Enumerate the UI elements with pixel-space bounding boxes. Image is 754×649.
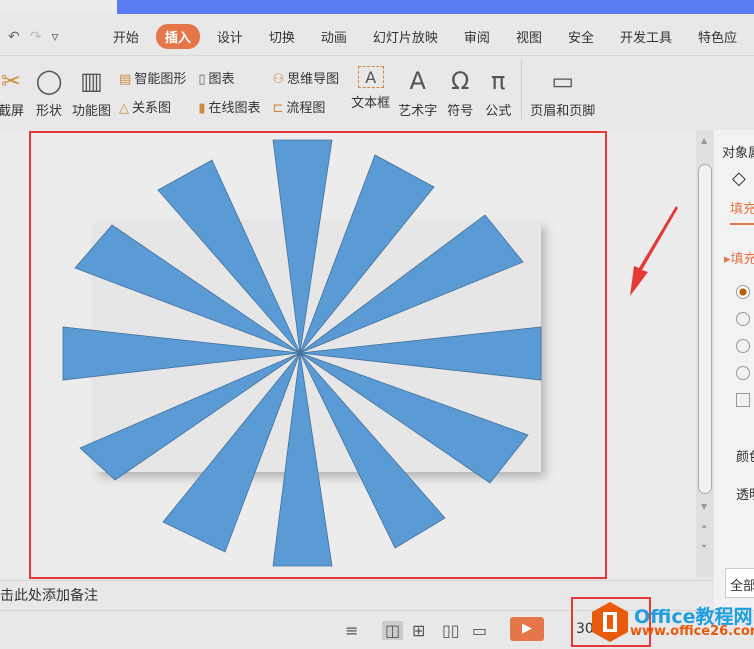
tab-security[interactable]: 安全	[559, 24, 603, 49]
tab-features[interactable]: 特色应	[689, 24, 746, 49]
wordart-button[interactable]: A 艺术字	[398, 60, 437, 119]
notes-toggle-icon[interactable]: ≡	[345, 621, 358, 640]
radio-picture-fill[interactable]	[736, 366, 750, 380]
online-chart-button[interactable]: ▮ 在线图表	[198, 97, 260, 116]
tab-developer[interactable]: 开发工具	[611, 24, 681, 49]
header-footer-icon: ▭	[551, 67, 575, 95]
apply-all-button[interactable]: 全部	[725, 568, 754, 598]
smart-art-button[interactable]: ▤ 智能图形	[119, 68, 186, 87]
textbox-icon: A	[357, 66, 384, 88]
office-logo	[592, 602, 628, 642]
relation-icon: △	[119, 101, 130, 116]
flowchart-button[interactable]: ⊏ 流程图	[273, 97, 340, 116]
normal-view-icon[interactable]: ◫	[382, 621, 404, 640]
scroll-down-icon[interactable]: ▼	[701, 502, 707, 511]
tab-home[interactable]: 开始	[104, 24, 148, 49]
red-arrow-annotation	[630, 206, 678, 296]
header-footer-button[interactable]: ▭ 页眉和页脚	[521, 60, 595, 119]
smart-art-icon: ▤	[119, 72, 132, 87]
mind-map-icon: ⚇	[272, 72, 285, 87]
slide-sorter-icon[interactable]: ⊞	[412, 621, 425, 640]
ribbon: ✂ 截屏 ◯ 形状 ▥ 功能图 ▤ 智能图形 △ 关系图 ▯ 图表 ▮ 在线图表 ⚇ 思维导图 …	[0, 60, 754, 130]
title-bar-blue	[117, 0, 754, 14]
panel-title: 对象属	[722, 146, 754, 161]
shape-button[interactable]: ◯ 形状	[34, 60, 64, 119]
chart-button[interactable]: ▯ 图表	[198, 68, 260, 87]
transparency-label: 透明	[736, 488, 754, 503]
symbol-button[interactable]: Ω 符号	[445, 60, 475, 119]
color-label: 颜色	[736, 450, 754, 465]
undo-icon[interactable]: ↶	[8, 29, 20, 45]
function-chart-icon: ▥	[80, 67, 103, 95]
radio-solid-fill[interactable]	[736, 312, 750, 326]
tab-design[interactable]: 设计	[208, 24, 252, 49]
vertical-scrollbar[interactable]: ▲ ▼ ⏶ ⏷	[696, 130, 714, 578]
play-icon: ▶	[522, 621, 532, 636]
pi-icon: π	[490, 67, 506, 95]
radio-no-fill[interactable]	[736, 285, 750, 299]
scroll-thumb[interactable]	[698, 164, 712, 494]
scroll-up-icon[interactable]: ▲	[701, 136, 707, 145]
relation-button[interactable]: △ 关系图	[119, 97, 186, 116]
highlight-box	[29, 131, 607, 579]
chart-icon: ▯	[198, 72, 206, 87]
mind-map-button[interactable]: ⚇ 思维导图	[273, 68, 340, 87]
radio-gradient-fill[interactable]	[736, 339, 750, 353]
omega-icon: Ω	[451, 67, 470, 95]
reading-view-icon[interactable]: ▯▯	[442, 621, 460, 640]
watermark-line2: www.office26.com	[630, 624, 754, 639]
fill-section[interactable]: ▸填充	[724, 248, 754, 267]
tab-view[interactable]: 视图	[507, 24, 551, 49]
shape-icon: ◯	[35, 67, 63, 95]
online-chart-icon: ▮	[198, 101, 206, 116]
object-properties-panel: 对象属 ◇ 填充 ▸填充 颜色 透明 全部	[714, 130, 754, 610]
play-button[interactable]: ▶	[510, 617, 544, 641]
tab-insert[interactable]: 插入	[155, 24, 200, 49]
tab-slideshow[interactable]: 幻灯片放映	[364, 24, 447, 49]
notes-placeholder: 单击此处添加备注	[0, 588, 98, 604]
watermark: Office教程网 www.office26.com	[590, 600, 754, 648]
screenshot-button[interactable]: ✂ 截屏	[0, 60, 26, 119]
tab-fill[interactable]: 填充	[730, 198, 754, 225]
checkbox-slide-bg[interactable]	[736, 393, 750, 407]
next-slide-icon[interactable]: ⏷	[701, 542, 707, 552]
customize-icon[interactable]: ▿	[51, 29, 58, 45]
tab-transition[interactable]: 切换	[260, 24, 304, 49]
flowchart-icon: ⊏	[272, 101, 284, 116]
wordart-icon: A	[409, 67, 426, 95]
title-bar	[0, 0, 754, 14]
fill-line-icon[interactable]: ◇	[732, 168, 746, 189]
scissors-icon: ✂	[0, 67, 22, 95]
textbox-button[interactable]: A 文本框	[351, 60, 390, 111]
function-chart-button[interactable]: ▥ 功能图	[72, 60, 111, 119]
redo-icon[interactable]: ↷	[30, 29, 42, 45]
camera-icon[interactable]: ▭	[472, 621, 487, 640]
quick-access: ↶ ↷ ▿	[0, 29, 104, 45]
tab-review[interactable]: 审阅	[455, 24, 499, 49]
formula-button[interactable]: π 公式	[483, 60, 513, 119]
menu-bar: ↶ ↷ ▿ 开始 插入 设计 切换 动画 幻灯片放映 审阅 视图 安全 开发工具 特…	[0, 18, 754, 56]
prev-slide-icon[interactable]: ⏶	[701, 522, 707, 532]
tab-animation[interactable]: 动画	[312, 24, 356, 49]
